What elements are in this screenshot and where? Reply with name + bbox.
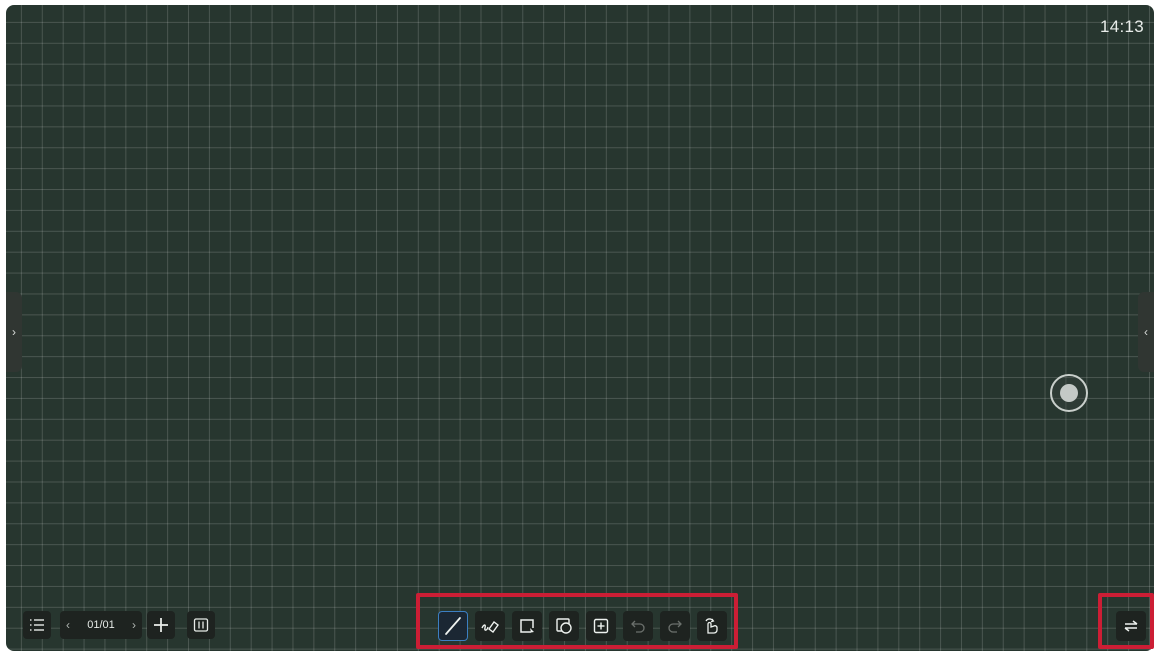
left-panel-toggle[interactable]: › <box>6 292 22 372</box>
right-panel-toggle[interactable]: ‹ <box>1138 292 1154 372</box>
clock: 14:13 <box>1099 17 1144 36</box>
pen-icon <box>445 617 461 635</box>
floating-menu-dot-icon <box>1060 384 1078 402</box>
floating-menu-button[interactable] <box>1050 374 1088 412</box>
lasso-select-icon <box>520 619 534 633</box>
page-overview-button[interactable] <box>187 611 215 639</box>
redo-button[interactable] <box>660 611 690 641</box>
page-navigator: ‹ 01/01 › <box>60 611 142 639</box>
redo-icon <box>668 620 682 633</box>
gesture-icon <box>705 618 718 634</box>
gesture-tool-button[interactable] <box>697 611 727 641</box>
list-icon <box>30 619 44 631</box>
undo-icon <box>631 620 645 633</box>
switch-toolbar-icon <box>1124 620 1138 632</box>
select-tool-button[interactable] <box>512 611 542 641</box>
eraser-tool-button[interactable] <box>475 611 505 641</box>
add-page-button[interactable] <box>147 611 175 639</box>
whiteboard-canvas[interactable]: 14:13 › ‹ <box>6 5 1154 651</box>
page-indicator: 01/01 <box>87 619 115 631</box>
page-overview-icon <box>193 618 209 632</box>
switch-toolbar-button[interactable] <box>1116 611 1146 641</box>
prev-page-button[interactable]: ‹ <box>66 618 70 632</box>
next-page-button[interactable]: › <box>132 618 136 632</box>
chevron-right-icon: › <box>12 325 16 339</box>
menu-button[interactable] <box>23 611 51 639</box>
undo-button[interactable] <box>623 611 653 641</box>
plus-icon <box>154 618 168 632</box>
insert-icon <box>593 618 609 634</box>
shapes-icon <box>556 618 572 634</box>
insert-tool-button[interactable] <box>586 611 616 641</box>
shape-tool-button[interactable] <box>549 611 579 641</box>
eraser-icon <box>481 621 499 633</box>
chevron-left-icon: ‹ <box>1144 325 1148 339</box>
pen-tool-button[interactable] <box>438 611 468 641</box>
